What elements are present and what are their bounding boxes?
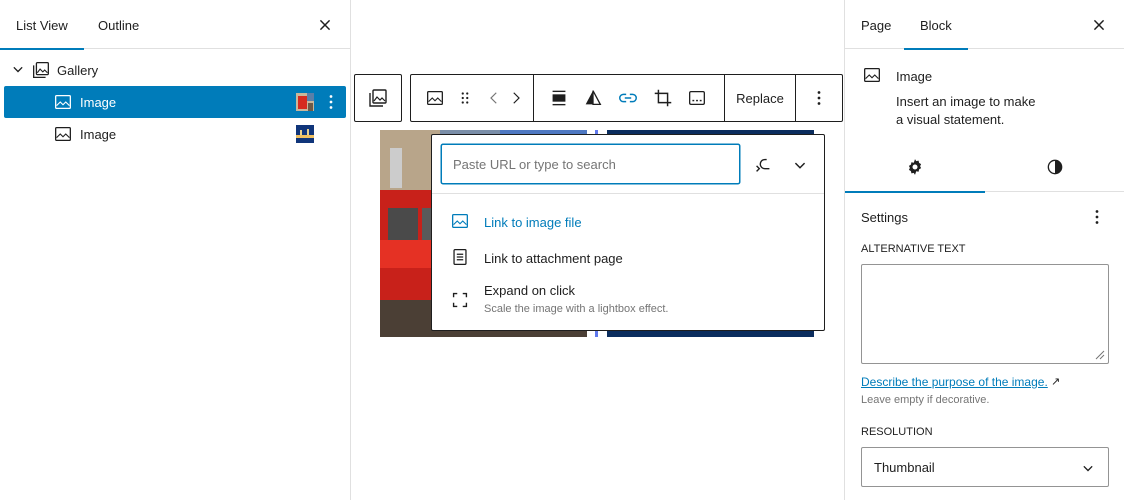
link-to-attachment-page-option[interactable]: Link to attachment page — [432, 241, 824, 275]
align-button[interactable] — [543, 75, 575, 121]
gallery-icon — [369, 89, 387, 107]
tree-item-gallery[interactable]: Gallery — [4, 54, 346, 86]
option-label: Expand on click — [484, 283, 576, 298]
tab-page[interactable]: Page — [845, 0, 907, 49]
describe-image-link[interactable]: Describe the purpose of the image. — [861, 375, 1048, 389]
tab-list-view[interactable]: List View — [0, 0, 84, 50]
block-description-line1: Insert an image to make — [896, 94, 1036, 109]
block-description-line2: a visual statement. — [896, 112, 1005, 127]
replace-button[interactable]: Replace — [725, 75, 795, 121]
more-vertical-icon — [817, 91, 821, 105]
chevron-down-icon[interactable] — [8, 59, 28, 79]
block-title: Image — [896, 69, 933, 84]
crop-button[interactable] — [647, 75, 679, 121]
external-link-icon: ↗ — [1051, 376, 1061, 388]
block-options-button[interactable] — [801, 75, 837, 121]
select-parent-gallery-button[interactable] — [355, 75, 401, 121]
chevron-down-icon[interactable] — [789, 154, 811, 176]
resolution-value: Thumbnail — [874, 460, 935, 475]
parent-block-toolbar — [354, 74, 402, 122]
chevron-left-icon — [490, 92, 497, 104]
toolbar-divider — [533, 75, 534, 121]
image-thumbnail — [296, 93, 314, 111]
option-label: Link to image file — [484, 215, 582, 230]
tab-styles[interactable] — [985, 141, 1124, 192]
settings-styles-tabs — [845, 141, 1124, 193]
resolution-select[interactable]: Thumbnail — [861, 447, 1109, 487]
alt-text-field[interactable] — [861, 264, 1109, 364]
toolbar-divider — [795, 75, 796, 121]
more-options-icon[interactable] — [320, 91, 342, 113]
page-icon — [453, 249, 467, 265]
close-icon[interactable] — [1088, 14, 1110, 36]
image-icon — [452, 213, 468, 229]
gear-icon — [908, 158, 922, 175]
settings-panel-title: Settings — [861, 210, 908, 225]
link-search-input[interactable] — [441, 144, 740, 184]
inspector-tabs: Page Block — [845, 0, 1124, 50]
link-text: Describe the purpose of the image. — [861, 375, 1048, 389]
drag-handle[interactable] — [453, 75, 477, 121]
tree-item-label: Gallery — [57, 62, 99, 78]
link-to-image-file-option[interactable]: Link to image file — [432, 205, 824, 239]
duotone-button[interactable] — [577, 75, 609, 121]
popover-divider — [432, 193, 824, 194]
tree-item-image[interactable]: Image — [4, 118, 346, 150]
drag-handle-icon — [461, 92, 469, 104]
image-icon — [55, 126, 71, 142]
more-vertical-icon[interactable] — [1086, 206, 1108, 228]
list-view-panel: List View Outline Gallery Image Image — [0, 0, 351, 500]
option-description: Scale the image with a lightbox effect. — [484, 303, 669, 315]
styles-icon — [1047, 159, 1063, 174]
tree-item-label: Image — [80, 94, 117, 110]
resize-handle-icon[interactable] — [1093, 348, 1105, 360]
tree-item-label: Image — [80, 126, 117, 142]
block-card: Image Insert an image to make a visual s… — [845, 49, 1124, 141]
crop-icon — [654, 89, 672, 107]
close-icon[interactable] — [314, 14, 336, 36]
resolution-label: RESOLUTION — [861, 426, 933, 438]
link-button[interactable] — [611, 75, 645, 121]
link-popover: Link to image file Link to attachment pa… — [431, 134, 825, 331]
option-label: Link to attachment page — [484, 251, 623, 266]
expand-on-click-option[interactable]: Expand on click Scale the image with a l… — [432, 277, 824, 323]
align-none-icon — [552, 90, 566, 106]
editor-canvas: Replace Link to image file Link to attac… — [351, 0, 844, 500]
link-icon — [619, 93, 637, 103]
tab-settings[interactable] — [845, 141, 985, 193]
gallery-icon — [33, 62, 49, 78]
move-right-button[interactable] — [505, 75, 527, 121]
image-thumbnail — [296, 125, 314, 143]
tree-item-image-selected[interactable]: Image — [4, 86, 346, 118]
block-type-button[interactable] — [419, 75, 451, 121]
alt-text-label: ALTERNATIVE TEXT — [861, 243, 966, 255]
move-left-button[interactable] — [483, 75, 505, 121]
caption-icon — [689, 90, 705, 106]
tab-outline[interactable]: Outline — [82, 0, 155, 49]
image-icon — [864, 67, 880, 83]
block-toolbar: Replace — [410, 74, 843, 122]
alt-text-help: Leave empty if decorative. — [861, 394, 990, 406]
add-text-overlay-button[interactable] — [681, 75, 713, 121]
list-view-tabs: List View Outline — [0, 0, 350, 50]
image-icon — [427, 90, 443, 106]
chevron-down-icon — [1083, 465, 1093, 472]
chevron-right-icon — [513, 92, 520, 104]
block-inspector: Page Block Image Insert an image to make… — [844, 0, 1124, 500]
duotone-filter-icon — [585, 90, 602, 106]
tab-block[interactable]: Block — [904, 0, 968, 50]
submit-link-icon[interactable] — [752, 154, 774, 176]
image-icon — [55, 94, 71, 110]
fullscreen-icon — [452, 292, 468, 308]
